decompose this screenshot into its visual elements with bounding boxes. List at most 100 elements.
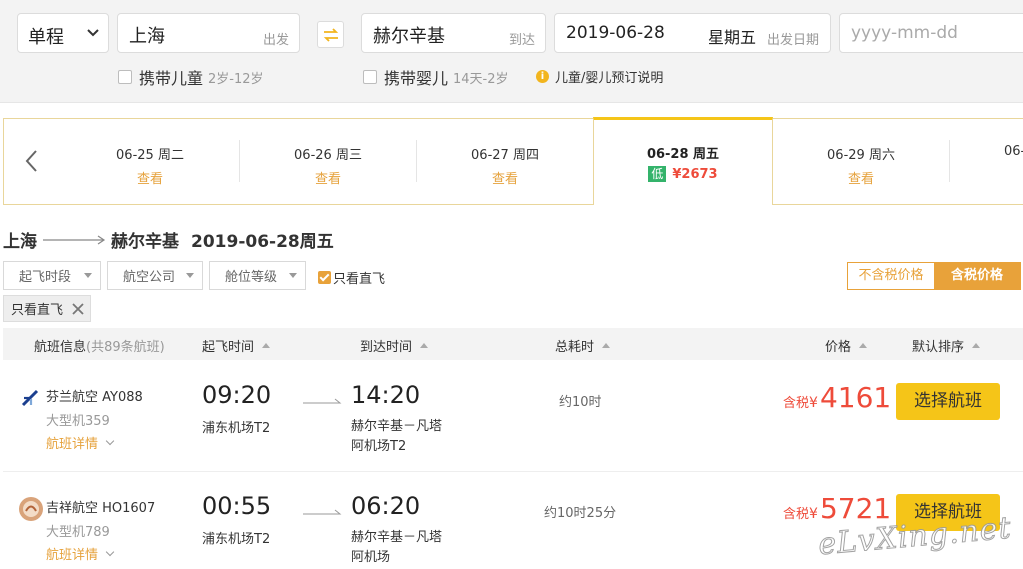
- low-badge: 低: [648, 166, 667, 182]
- date-label: 06-29 周六: [827, 148, 895, 163]
- price-excl-tax-option[interactable]: 不含税价格: [848, 263, 934, 289]
- price-incl-tax-option[interactable]: 含税价格: [934, 263, 1020, 289]
- aircraft-type: 大型机359: [46, 414, 110, 429]
- col-default-sort[interactable]: 默认排序: [912, 336, 981, 355]
- from-city-input[interactable]: 上海 出发: [117, 13, 300, 53]
- filter-label: 航空公司: [123, 270, 176, 285]
- route-date: 2019-06-28周五: [191, 232, 334, 252]
- date-label: 06-25 周二: [116, 148, 184, 163]
- col-price-sort[interactable]: 价格: [825, 336, 868, 355]
- view-link[interactable]: 查看: [773, 168, 949, 187]
- col-label: 到达时间: [360, 340, 413, 355]
- return-date-placeholder: yyyy-mm-dd: [851, 23, 958, 43]
- arrive-time: 06:20: [351, 492, 421, 520]
- to-hint: 到达: [508, 33, 535, 48]
- date-label: 06-27 周四: [471, 148, 539, 163]
- view-link[interactable]: 查看: [417, 168, 593, 187]
- price-mode-toggle: 不含税价格 含税价格: [847, 262, 1021, 290]
- flight-details-link[interactable]: 航班详情: [46, 544, 115, 563]
- chevron-down-icon: [105, 547, 115, 557]
- filter-airline[interactable]: 航空公司: [107, 261, 203, 290]
- col-arrive-sort[interactable]: 到达时间: [360, 336, 429, 355]
- col-duration-sort[interactable]: 总耗时: [555, 336, 611, 355]
- arrow-right-icon: [43, 235, 106, 244]
- close-icon[interactable]: [70, 301, 86, 317]
- direct-only-label: 只看直飞: [333, 272, 386, 287]
- to-city-value: 赫尔辛基: [373, 26, 445, 47]
- child-checkbox[interactable]: 携带儿童 2岁-12岁: [118, 65, 264, 89]
- return-date-input[interactable]: yyyy-mm-dd: [839, 13, 1023, 53]
- details-label: 航班详情: [46, 548, 99, 563]
- flight-row: 芬兰航空 AY088 大型机359 航班详情 09:20 浦东机场T2 14:2…: [3, 361, 1023, 472]
- price-value: 4161: [819, 381, 892, 414]
- caret-down-icon: [186, 273, 194, 278]
- finnair-logo-icon: [21, 389, 39, 407]
- col-depart-sort[interactable]: 起飞时间: [202, 336, 271, 355]
- infant-age: 14天-2岁: [453, 71, 509, 87]
- from-city-value: 上海: [129, 26, 165, 47]
- filter-label: 起飞时段: [19, 270, 72, 285]
- price-value: 5721: [819, 492, 892, 525]
- col-label: 航班信息: [34, 340, 87, 355]
- flight-details-link[interactable]: 航班详情: [46, 433, 115, 452]
- view-link[interactable]: 查看: [62, 168, 238, 187]
- chevron-left-icon[interactable]: [24, 149, 40, 173]
- route-title: 上海 赫尔辛基 2019-06-28周五: [3, 227, 334, 252]
- col-flight-info: 航班信息 (共89条航班): [34, 336, 165, 355]
- infant-checkbox[interactable]: 携带婴儿 14天-2岁: [363, 65, 509, 89]
- search-bar: 单程 上海 出发 赫尔辛基 到达 2019-06-28 星期五 出发日期 yyy…: [0, 0, 1023, 103]
- depart-date-value: 2019-06-28: [566, 23, 665, 43]
- sort-up-icon: [602, 343, 611, 348]
- airline-flight: 吉祥航空 HO1607: [46, 501, 156, 516]
- checkbox-box[interactable]: [118, 70, 132, 84]
- child-age: 2岁-12岁: [208, 71, 264, 87]
- arrive-airport: 赫尔辛基－凡塔阿机场T2: [351, 419, 443, 454]
- booking-note-link[interactable]: i 儿童/婴儿预订说明: [536, 67, 663, 86]
- tax-label: 含税: [783, 396, 810, 411]
- date-cell[interactable]: 06-27 周四 查看: [417, 119, 593, 204]
- date-cell[interactable]: 06-29 周六 查看: [773, 119, 949, 204]
- col-label: 起飞时间: [202, 340, 255, 355]
- arrow-right-icon: [303, 398, 342, 404]
- filter-cabin[interactable]: 舱位等级: [209, 261, 306, 290]
- chevron-down-icon: [105, 436, 115, 446]
- col-label: 价格: [825, 340, 852, 355]
- route-to: 赫尔辛基: [111, 232, 179, 252]
- currency-symbol: ¥: [809, 395, 818, 411]
- info-icon: i: [536, 70, 549, 83]
- trip-type-select[interactable]: 单程: [17, 13, 109, 53]
- checkbox-box[interactable]: [363, 70, 377, 84]
- col-label: 总耗时: [555, 340, 595, 355]
- date-label: 06-: [1004, 144, 1023, 159]
- date-cell[interactable]: 06-26 周三 查看: [240, 119, 416, 204]
- chip-label: 只看直飞: [11, 303, 64, 318]
- infant-label: 携带婴儿: [384, 69, 449, 88]
- date-cell[interactable]: 06-25 周二 查看: [62, 119, 238, 204]
- caret-down-icon: [289, 273, 297, 278]
- trip-type-value: 单程: [28, 27, 64, 48]
- flight-duration: 约10时25分: [544, 506, 617, 521]
- view-link[interactable]: 查看: [240, 168, 416, 187]
- checked-box-icon[interactable]: [318, 271, 331, 284]
- depart-time: 00:55: [202, 492, 272, 520]
- direct-only-checkbox[interactable]: 只看直飞: [318, 268, 385, 287]
- currency-symbol: ¥: [809, 506, 818, 522]
- filter-depart-time[interactable]: 起飞时段: [3, 261, 101, 290]
- sort-up-icon: [420, 343, 429, 348]
- date-cell-selected[interactable]: 06-28 周五 低 ¥2673: [593, 117, 773, 205]
- to-city-input[interactable]: 赫尔辛基 到达: [361, 13, 546, 53]
- depart-airport: 浦东机场T2: [202, 532, 271, 547]
- date-label: 06-28 周五: [646, 147, 720, 162]
- depart-airport: 浦东机场T2: [202, 421, 271, 436]
- booking-note-text: 儿童/婴儿预订说明: [555, 71, 664, 86]
- date-strip: 06-25 周二 查看 06-26 周三 查看 06-27 周四 查看 06-2…: [3, 117, 1023, 205]
- flight-count: (共89条航班): [86, 340, 165, 355]
- flight-price: 含税 ¥ 4161: [783, 381, 891, 414]
- date-cell[interactable]: 06-: [950, 119, 1023, 204]
- depart-date-input[interactable]: 2019-06-28 星期五 出发日期: [554, 13, 831, 53]
- sort-up-icon: [262, 343, 271, 348]
- active-filter-chip: 只看直飞: [3, 295, 91, 322]
- select-flight-button[interactable]: 选择航班: [896, 383, 1000, 420]
- swap-icon: [323, 28, 339, 42]
- swap-cities-button[interactable]: [317, 21, 344, 48]
